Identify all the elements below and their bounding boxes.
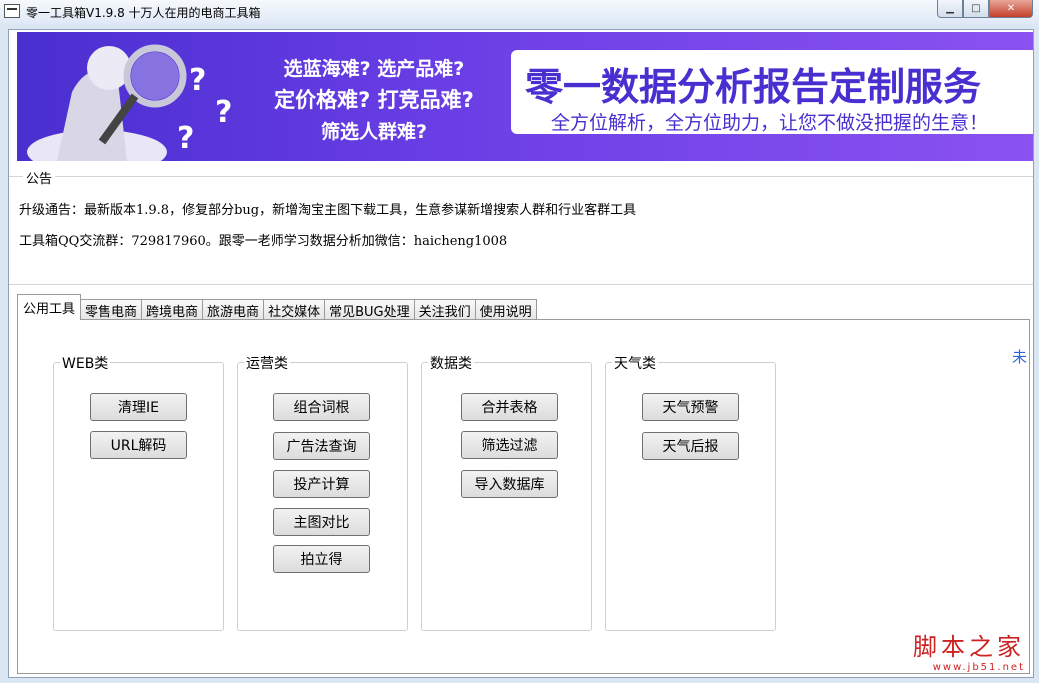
truncated-link[interactable]: 未	[1012, 346, 1027, 367]
app-icon[interactable]	[4, 4, 20, 18]
notice-legend: 公告	[23, 168, 56, 187]
notice-contact-line: 工具箱QQ交流群：729817960。跟零一老师学习数据分析加微信：haiche…	[19, 234, 508, 249]
window-title: 零一工具箱V1.9.8 十万人在用的电商工具箱	[26, 6, 261, 20]
window-controls: ▁ □ ✕	[937, 0, 1033, 18]
tab-strip: 公用工具 零售电商 跨境电商 旅游电商 社交媒体 常见BUG处理 关注我们 使用…	[17, 294, 537, 320]
tab-follow-us[interactable]: 关注我们	[413, 299, 476, 320]
filter-button[interactable]: 筛选过滤	[461, 431, 558, 459]
svg-text:?: ?	[189, 63, 206, 98]
tab-social-media[interactable]: 社交媒体	[263, 299, 326, 320]
operations-group: 运营类 组合词根 广告法查询 投产计算 主图对比 拍立得	[237, 353, 408, 631]
minimize-button[interactable]: ▁	[937, 0, 963, 18]
roi-calc-button[interactable]: 投产计算	[273, 470, 370, 498]
banner-question-line: 筛选人群难?	[320, 121, 428, 143]
svg-text:?: ?	[215, 95, 232, 130]
banner-title: 零一数据分析报告定制服务	[525, 65, 982, 109]
banner-question-line: 选蓝海难? 选产品难?	[283, 58, 465, 80]
operations-group-label: 运营类	[244, 353, 290, 373]
watermark-url: www.jb51.net	[932, 662, 1025, 673]
weather-history-button[interactable]: 天气后报	[642, 432, 739, 460]
weather-warning-button[interactable]: 天气预警	[642, 393, 739, 421]
combine-roots-button[interactable]: 组合词根	[273, 393, 370, 421]
tab-travel-ecommerce[interactable]: 旅游电商	[202, 299, 265, 320]
banner-question-line: 定价格难? 打竞品难?	[274, 88, 474, 112]
weather-group-label: 天气类	[612, 353, 658, 373]
tab-common-tools[interactable]: 公用工具	[17, 294, 82, 320]
banner-subtitle: 全方位解析，全方位助力，让您不做没把握的生意！	[551, 112, 989, 134]
site-watermark: 脚本之家 www.jb51.net	[913, 627, 1025, 673]
web-group: WEB类 清理IE URL解码	[53, 353, 224, 631]
data-group-label: 数据类	[428, 353, 474, 373]
merge-tables-button[interactable]: 合并表格	[461, 393, 558, 421]
title-bar: 零一工具箱V1.9.8 十万人在用的电商工具箱 ▁ □ ✕	[0, 0, 1039, 24]
tab-panel-common-tools: WEB类 清理IE URL解码 运营类 组合词根 广告法查询 投产计算 主图对比…	[17, 319, 1030, 674]
main-window-body: ? ? ? 选蓝海难? 选产品难? 定价格难? 打竞品难? 筛选人群难? 零一数…	[8, 29, 1034, 678]
weather-group: 天气类 天气预警 天气后报	[605, 353, 776, 631]
tab-crossborder-ecommerce[interactable]: 跨境电商	[141, 299, 204, 320]
polaroid-button[interactable]: 拍立得	[273, 545, 370, 573]
svg-text:?: ?	[177, 121, 194, 156]
ad-banner[interactable]: ? ? ? 选蓝海难? 选产品难? 定价格难? 打竞品难? 筛选人群难? 零一数…	[17, 32, 1033, 161]
tab-usage-guide[interactable]: 使用说明	[474, 299, 537, 320]
maximize-button[interactable]: □	[963, 0, 989, 18]
tab-retail-ecommerce[interactable]: 零售电商	[80, 299, 143, 320]
data-group: 数据类 合并表格 筛选过滤 导入数据库	[421, 353, 592, 631]
notice-update-line: 升级通告：最新版本1.9.8，修复部分bug，新增淘宝主图下载工具，生意参谋新增…	[19, 203, 637, 218]
ad-law-check-button[interactable]: 广告法查询	[273, 432, 370, 460]
watermark-name: 脚本之家	[913, 633, 1025, 661]
url-decode-button[interactable]: URL解码	[90, 431, 187, 459]
close-button[interactable]: ✕	[989, 0, 1033, 18]
banner-service-panel: 零一数据分析报告定制服务 全方位解析，全方位助力，让您不做没把握的生意！	[511, 50, 1033, 134]
tab-common-bugs[interactable]: 常见BUG处理	[324, 299, 415, 320]
banner-questions: 选蓝海难? 选产品难? 定价格难? 打竞品难? 筛选人群难?	[249, 54, 499, 148]
import-database-button[interactable]: 导入数据库	[461, 470, 558, 498]
magnifier-figure-illustration: ? ? ?	[27, 44, 232, 161]
web-group-label: WEB类	[60, 353, 111, 373]
clear-ie-button[interactable]: 清理IE	[90, 393, 187, 421]
main-image-compare-button[interactable]: 主图对比	[273, 508, 370, 536]
notice-groupbox: 公告 升级通告：最新版本1.9.8，修复部分bug，新增淘宝主图下载工具，生意参…	[9, 168, 1033, 285]
